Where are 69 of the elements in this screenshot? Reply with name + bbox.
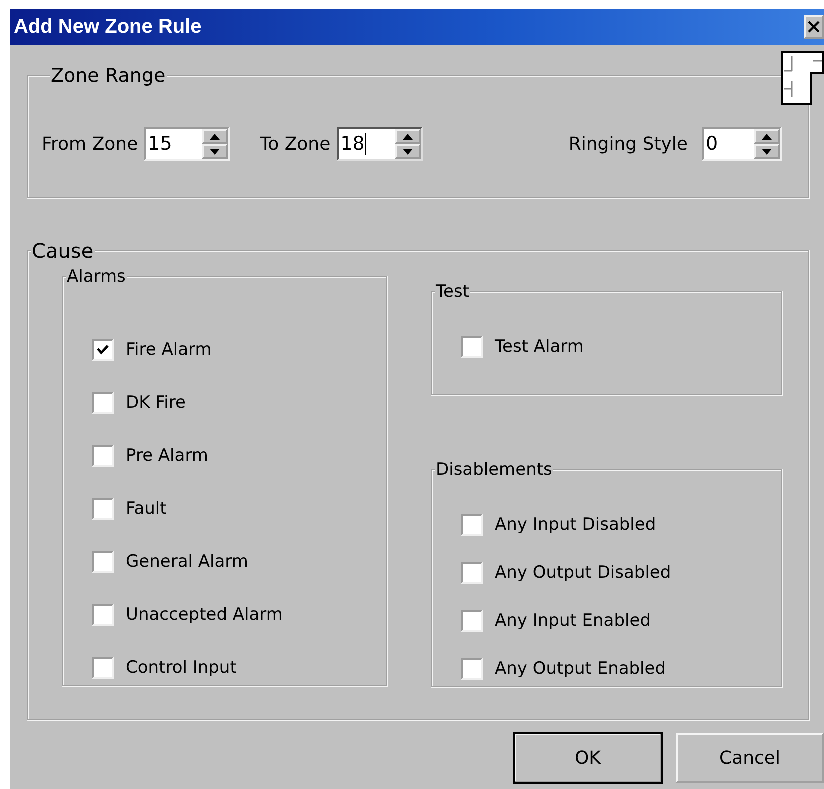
spin-up-button[interactable] [202,129,228,144]
checkbox-label: General Alarm [126,552,248,572]
window-title: Add New Zone Rule [13,16,202,38]
checkbox-option[interactable]: Any Output Disabled [461,558,781,588]
field-value: 18 [340,133,365,155]
checkbox-label: Pre Alarm [126,446,208,466]
group-label: Zone Range [50,65,167,87]
checkbox-label: DK Fire [126,393,186,413]
field-value: 15 [148,133,172,155]
checkbox[interactable] [92,392,114,414]
checkbox[interactable] [92,604,114,626]
checkbox-option[interactable]: Fire Alarm [92,335,386,365]
check-icon [97,345,109,355]
checkbox-option[interactable]: Fault [92,494,386,524]
spin-box[interactable]: 0 [702,127,782,161]
checkbox-option[interactable]: Any Output Enabled [461,654,781,684]
checkbox[interactable] [461,514,483,536]
checkbox[interactable] [461,336,483,358]
up-arrow-icon [210,134,220,140]
spin-up-button[interactable] [394,129,421,144]
spin-box[interactable]: 18 [336,127,423,161]
checkbox-label: Any Input Enabled [495,611,651,631]
up-arrow-icon [762,134,772,140]
checkbox[interactable] [92,445,114,467]
spin-down-button[interactable] [202,144,228,159]
close-icon [808,21,820,33]
checkbox[interactable] [92,551,114,573]
text-cursor [364,133,366,155]
down-arrow-icon [210,148,220,154]
close-button[interactable] [804,15,824,39]
up-arrow-icon [402,134,413,140]
spin-down-button[interactable] [394,144,421,159]
group-label: Cause [31,239,95,263]
checkbox-option[interactable]: Control Input [92,653,386,683]
field-value: 0 [706,133,718,155]
spin-down-button[interactable] [754,144,780,159]
field-label: Ringing Style [568,134,688,154]
checkbox-option[interactable]: Any Input Enabled [461,606,781,636]
checkbox[interactable] [92,339,114,361]
spin-box[interactable]: 15 [144,127,230,161]
checkbox[interactable] [461,610,483,632]
checkbox-option[interactable]: General Alarm [92,547,386,577]
checkbox-label: Fault [126,499,167,519]
checkbox-label: Any Input Disabled [495,515,656,535]
checkbox-label: Control Input [126,658,237,678]
down-arrow-icon [402,148,413,154]
group-label: Test [435,282,470,302]
checkbox-option[interactable]: Unaccepted Alarm [92,600,386,630]
group-label: Disablements [435,460,554,480]
spin-up-button[interactable] [754,129,780,144]
checkbox[interactable] [461,658,483,680]
checkbox[interactable] [92,498,114,520]
field-label: To Zone [260,134,331,154]
checkbox-label: Any Output Disabled [495,563,672,583]
checkbox-label: Unaccepted Alarm [126,605,283,625]
checkbox-label: Any Output Enabled [495,659,666,679]
checkbox-option[interactable]: Pre Alarm [92,441,386,471]
down-arrow-icon [762,148,772,154]
checkbox[interactable] [92,657,114,679]
checkbox[interactable] [461,562,483,584]
field-label: From Zone [42,134,138,154]
checkbox-option[interactable]: Any Input Disabled [461,510,781,540]
checkbox-label: Fire Alarm [126,340,212,360]
checkbox-option[interactable]: Test Alarm [461,332,781,362]
checkbox-option[interactable]: DK Fire [92,388,386,418]
checkbox-label: Test Alarm [495,337,584,357]
dialog-button[interactable]: OK [514,733,662,783]
group-label: Alarms [66,267,127,287]
dialog-button[interactable]: Cancel [676,733,824,783]
